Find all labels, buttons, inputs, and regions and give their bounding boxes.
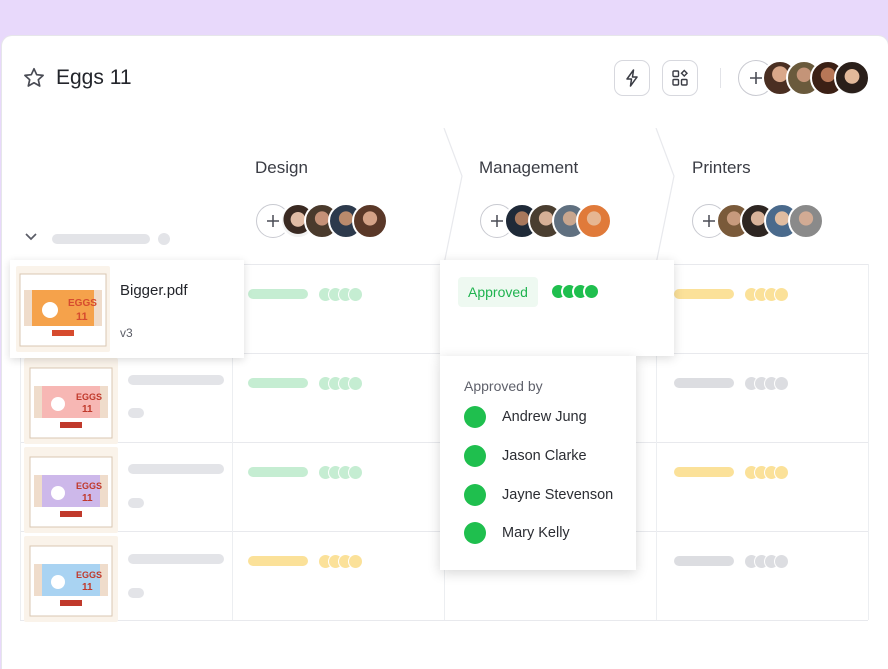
design-reviewers[interactable] xyxy=(318,287,363,302)
file-thumbnail[interactable]: EGGS 11 xyxy=(24,447,118,533)
avatar[interactable] xyxy=(352,203,388,239)
approver-name: Mary Kelly xyxy=(502,525,570,541)
lightning-icon xyxy=(626,69,638,87)
column-title-design: Design xyxy=(255,158,308,177)
plus-icon xyxy=(267,215,279,227)
approver-name: Andrew Jung xyxy=(502,409,587,425)
placeholder xyxy=(52,234,150,244)
chevron-down-icon[interactable] xyxy=(24,232,38,242)
placeholder xyxy=(128,464,224,474)
svg-text:EGGS: EGGS xyxy=(76,570,102,580)
workflow-card: Eggs 11 Design Management Printers EGGS … xyxy=(2,36,888,669)
file-thumbnail[interactable]: EGGS 11 xyxy=(24,536,118,622)
printers-reviewers[interactable] xyxy=(744,554,789,569)
svg-text:11: 11 xyxy=(82,493,93,504)
popup-heading: Approved by xyxy=(464,378,543,394)
avatar[interactable] xyxy=(576,203,612,239)
design-status-bar[interactable] xyxy=(248,289,308,299)
file-version: v3 xyxy=(120,326,133,340)
design-reviewers[interactable] xyxy=(318,376,363,391)
svg-text:EGGS: EGGS xyxy=(76,392,102,402)
design-reviewers[interactable] xyxy=(318,554,363,569)
divider xyxy=(868,264,869,620)
column-title-printers: Printers xyxy=(692,158,751,177)
approved-by-popup: Approved by Andrew Jung Jason Clarke Jay… xyxy=(440,356,636,570)
placeholder xyxy=(158,233,170,245)
management-status-card[interactable]: Approved xyxy=(440,260,674,356)
printers-reviewers[interactable] xyxy=(744,376,789,391)
status-badge[interactable]: Approved xyxy=(458,277,538,307)
approved-status-dot xyxy=(464,445,486,467)
column-title-management: Management xyxy=(479,158,579,177)
placeholder xyxy=(128,554,224,564)
printers-status-bar[interactable] xyxy=(674,378,734,388)
plus-icon xyxy=(491,215,503,227)
placeholder xyxy=(128,408,144,418)
design-status-bar[interactable] xyxy=(248,378,308,388)
design-status-bar[interactable] xyxy=(248,467,308,477)
printers-status-bar[interactable] xyxy=(674,289,734,299)
file-name[interactable]: Bigger.pdf xyxy=(120,282,188,299)
approved-status-dot xyxy=(464,484,486,506)
approver-name: Jayne Stevenson xyxy=(502,487,614,503)
apps-button[interactable] xyxy=(662,60,698,96)
printers-status-bar[interactable] xyxy=(674,556,734,566)
avatar[interactable] xyxy=(834,60,870,96)
placeholder xyxy=(128,498,144,508)
file-thumbnail[interactable]: EGGS 11 xyxy=(24,358,118,444)
svg-text:11: 11 xyxy=(76,311,88,323)
printers-reviewers[interactable] xyxy=(744,465,789,480)
divider xyxy=(720,68,721,88)
divider xyxy=(20,620,868,621)
approver-item: Jason Clarke xyxy=(464,445,587,467)
svg-text:11: 11 xyxy=(82,582,93,593)
approver-item: Mary Kelly xyxy=(464,522,570,544)
plus-icon xyxy=(703,215,715,227)
placeholder xyxy=(128,588,144,598)
printers-status-bar[interactable] xyxy=(674,467,734,477)
file-thumbnail[interactable]: EGGS 11 xyxy=(16,266,110,352)
svg-text:EGGS: EGGS xyxy=(68,298,97,309)
printers-reviewers[interactable] xyxy=(744,287,789,302)
apps-icon xyxy=(672,69,688,86)
approver-item: Andrew Jung xyxy=(464,406,587,428)
column-separator xyxy=(443,128,463,264)
placeholder xyxy=(128,375,224,385)
approver-item: Jayne Stevenson xyxy=(464,484,613,506)
star-icon[interactable] xyxy=(22,66,46,90)
column-separator xyxy=(655,128,675,264)
approved-status-dot xyxy=(464,406,486,428)
avatar[interactable] xyxy=(788,203,824,239)
automation-button[interactable] xyxy=(614,60,650,96)
page-title: Eggs 11 xyxy=(56,66,132,89)
svg-text:11: 11 xyxy=(82,404,93,415)
management-reviewers[interactable] xyxy=(550,283,600,300)
approved-status-dot xyxy=(464,522,486,544)
svg-text:EGGS: EGGS xyxy=(76,481,102,491)
approver-name: Jason Clarke xyxy=(502,448,587,464)
design-status-bar[interactable] xyxy=(248,556,308,566)
file-card[interactable]: EGGS 11 Bigger.pdf v3 xyxy=(10,260,244,358)
design-reviewers[interactable] xyxy=(318,465,363,480)
